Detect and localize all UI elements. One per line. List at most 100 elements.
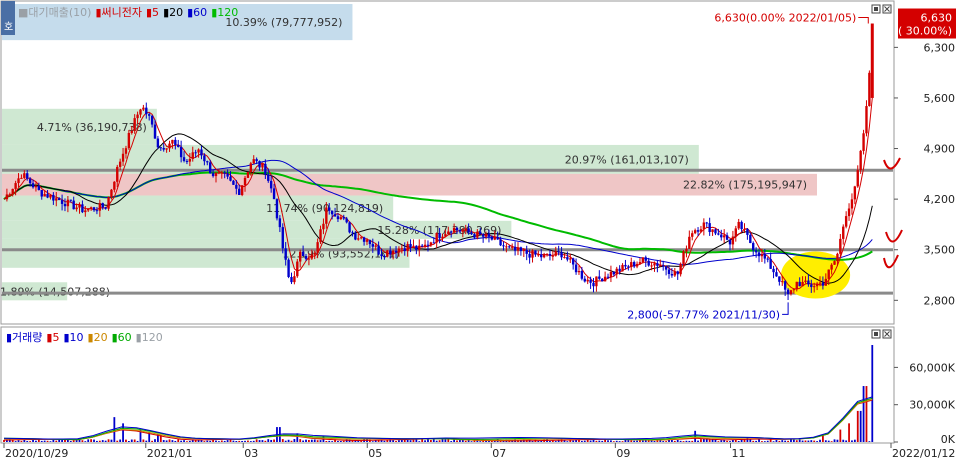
candle-body [551, 255, 555, 257]
candle-body [560, 252, 563, 258]
candle-body [110, 189, 113, 198]
candle-body [775, 272, 778, 277]
candle-body [11, 188, 14, 195]
volume-y-tick-label: 60,000K [909, 361, 955, 374]
volume-bar [310, 439, 313, 442]
candle-body [827, 269, 830, 279]
candle-body [26, 173, 29, 179]
candle-body [174, 139, 177, 145]
candle-body [447, 231, 450, 235]
candle-body [429, 242, 433, 246]
candle-body [586, 279, 589, 282]
volume-bar [217, 441, 220, 442]
volume-bar [264, 440, 267, 442]
candle-body [693, 230, 697, 234]
candle-body [368, 240, 372, 245]
current-price-value: 6,630 [921, 12, 953, 25]
volume-bar [787, 440, 789, 442]
candle-body [397, 248, 401, 253]
candle-body [789, 290, 793, 295]
volume-panel-maximize-button[interactable] [871, 329, 881, 339]
volume-bar [630, 440, 633, 442]
candle-body [661, 265, 665, 267]
volume-bar [249, 441, 252, 442]
volume-bar [174, 440, 177, 442]
candle-body [696, 230, 700, 232]
candle-body [133, 118, 136, 132]
volume-bar [342, 440, 345, 442]
volume-bar [267, 439, 270, 442]
candle-body [824, 278, 828, 286]
candle-body [720, 234, 723, 238]
candle-body [513, 246, 517, 251]
volume-bar [589, 440, 592, 442]
volume-bar [586, 439, 589, 442]
candle-body [20, 177, 23, 179]
candle-body [153, 124, 157, 139]
volume-bar [305, 439, 307, 442]
candle-body [66, 199, 70, 207]
candle-body [644, 257, 647, 261]
candle-body [452, 227, 456, 233]
legend-item: ▮20 [88, 331, 108, 344]
candle-body [807, 280, 810, 285]
candle-body [763, 254, 767, 259]
price-y-axis: 6,300 5,600 4,900 4,200 3,500 2,800 [894, 41, 955, 307]
volume-bar [398, 440, 400, 442]
candle-body [563, 257, 566, 259]
volume-bar [107, 439, 110, 442]
volume-bar [456, 440, 458, 442]
candle-body [691, 233, 694, 237]
candle-body [78, 204, 81, 208]
candle-body [577, 270, 581, 273]
volume-bar [470, 441, 473, 442]
volume-bar [636, 440, 638, 442]
candle-body [749, 234, 752, 244]
y-tick-label: 6,300 [924, 41, 956, 54]
volume-bar [125, 439, 127, 442]
candle-body [57, 198, 61, 201]
volume-bar [186, 441, 188, 442]
y-tick-label: 5,600 [924, 92, 956, 105]
panel-maximize-button[interactable] [871, 4, 881, 14]
volume-profile-label: 4.71% (36,190,738) [37, 121, 147, 134]
volume-bar [598, 440, 601, 442]
candle-body [673, 271, 677, 276]
volume-bar [273, 439, 275, 442]
candle-body [461, 230, 465, 232]
candle-body [267, 174, 270, 181]
candle-body [394, 250, 398, 253]
candle-body [124, 148, 128, 154]
candle-body [534, 250, 537, 255]
panel-close-button[interactable] [882, 4, 892, 14]
volume-panel-close-button[interactable] [882, 329, 892, 339]
candle-body [95, 210, 99, 212]
candle-body [595, 276, 598, 287]
candle-body [670, 274, 674, 276]
volume-profile-label: 20.97% (161,013,107) [565, 153, 689, 166]
candle-body [188, 158, 192, 162]
candle-body [865, 106, 868, 134]
volume-bar [682, 441, 685, 442]
candle-body [290, 276, 293, 283]
candle-body [177, 144, 180, 147]
x-tick-label: 2022/01/12 [892, 447, 955, 460]
volume-bar [93, 439, 95, 442]
volume-bar [116, 440, 119, 442]
legend-item: ▮10 [63, 331, 83, 344]
volume-bar [444, 439, 447, 442]
volume-bar [308, 440, 310, 442]
candle-body [92, 207, 96, 211]
volume-bar [43, 440, 46, 442]
candle-body [116, 166, 119, 182]
volume-bar [761, 441, 763, 442]
candle-body [165, 148, 168, 150]
candle-body [464, 228, 467, 231]
legend-item: ▮5 [146, 6, 159, 19]
legend-item: ▮거래량 [6, 331, 42, 344]
candle-body [34, 185, 38, 188]
volume-bar [165, 440, 168, 442]
volume-bar [822, 435, 824, 442]
volume-bar [792, 439, 795, 442]
candle-body [505, 246, 508, 248]
